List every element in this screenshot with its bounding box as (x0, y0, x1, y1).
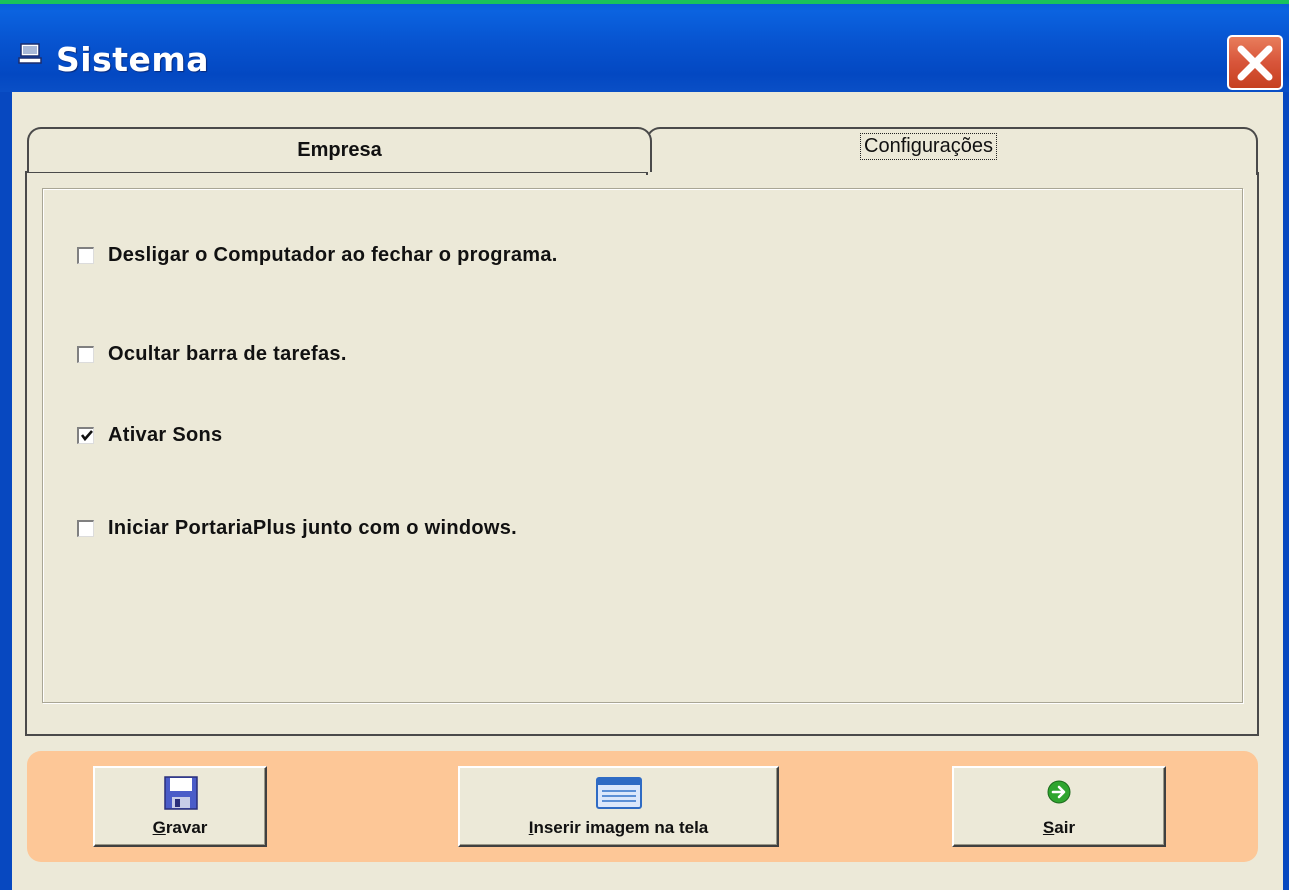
option-ativar-sons[interactable]: Ativar Sons (77, 424, 222, 447)
sair-label: Sair (1042, 818, 1076, 837)
gravar-button[interactable]: Gravar (93, 766, 267, 847)
option-label: Desligar o Computador ao fechar o progra… (108, 244, 558, 266)
close-icon (1237, 45, 1273, 81)
checkbox-checked[interactable] (77, 427, 94, 444)
window-frame-right (1283, 92, 1289, 890)
inserir-imagem-button[interactable]: Inserir imagem na tela (458, 766, 779, 847)
checkbox[interactable] (77, 520, 94, 537)
close-button[interactable] (1227, 35, 1283, 90)
option-label: Ativar Sons (108, 424, 223, 446)
monitor-icon (18, 42, 44, 66)
tab-empresa-label: Empresa (297, 139, 382, 161)
checkmark-icon (80, 430, 93, 442)
window-title: Sistema (56, 40, 210, 79)
tab-empresa[interactable]: Empresa (27, 127, 652, 172)
sair-button[interactable]: Sair (952, 766, 1166, 847)
checkbox[interactable] (77, 346, 94, 363)
checkbox[interactable] (77, 247, 94, 264)
title-bar[interactable]: Sistema (0, 0, 1289, 92)
green-arrow-icon (1047, 780, 1071, 809)
gravar-label: Gravar (152, 818, 208, 837)
option-label: Iniciar PortariaPlus junto com o windows… (108, 517, 518, 539)
option-label: Ocultar barra de tarefas. (108, 343, 347, 365)
image-window-icon (596, 777, 642, 814)
option-desligar-computador[interactable]: Desligar o Computador ao fechar o progra… (77, 244, 558, 267)
floppy-disk-icon (164, 776, 198, 815)
tab-configuracoes-label: Configurações (860, 133, 997, 160)
inserir-imagem-label: Inserir imagem na tela (528, 818, 709, 837)
option-iniciar-com-windows[interactable]: Iniciar PortariaPlus junto com o windows… (77, 517, 517, 540)
window-frame-left (0, 92, 12, 890)
option-ocultar-barra[interactable]: Ocultar barra de tarefas. (77, 343, 347, 366)
